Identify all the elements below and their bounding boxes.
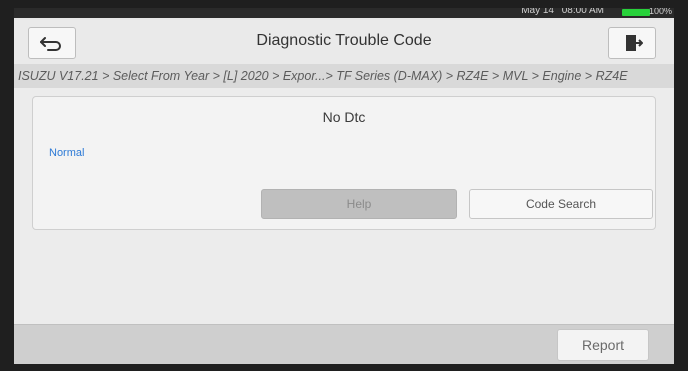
breadcrumb: ISUZU V17.21 > Select From Year > [L] 20… — [14, 64, 674, 88]
status-text: Normal — [49, 147, 85, 159]
code-search-button[interactable]: Code Search — [469, 189, 653, 219]
page-title: Diagnostic Trouble Code — [256, 32, 432, 49]
dtc-result: No Dtc — [322, 109, 366, 125]
back-icon — [40, 37, 62, 51]
battery-percent: 100% — [648, 8, 672, 16]
screen: May 14 08:00 AM 100% Diagnostic Trouble … — [14, 8, 674, 364]
status-date: May 14 — [521, 8, 554, 16]
title-bar: Diagnostic Trouble Code — [14, 20, 674, 65]
exit-icon — [626, 35, 643, 51]
content-area: No Dtc Normal Help Code Search — [14, 88, 674, 324]
help-button[interactable]: Help — [261, 189, 457, 219]
status-time-suffix: AM — [589, 8, 604, 16]
exit-button[interactable] — [608, 27, 656, 59]
dtc-card: No Dtc Normal Help Code Search — [32, 96, 656, 230]
bottom-bar: Report — [14, 324, 674, 364]
status-time: 08:00 AM — [562, 8, 604, 16]
back-button[interactable] — [28, 27, 76, 59]
status-bar: May 14 08:00 AM 100% — [14, 8, 674, 18]
report-button[interactable]: Report — [557, 329, 649, 361]
status-time-value: 08:00 — [561, 8, 587, 16]
battery-icon — [622, 9, 650, 16]
